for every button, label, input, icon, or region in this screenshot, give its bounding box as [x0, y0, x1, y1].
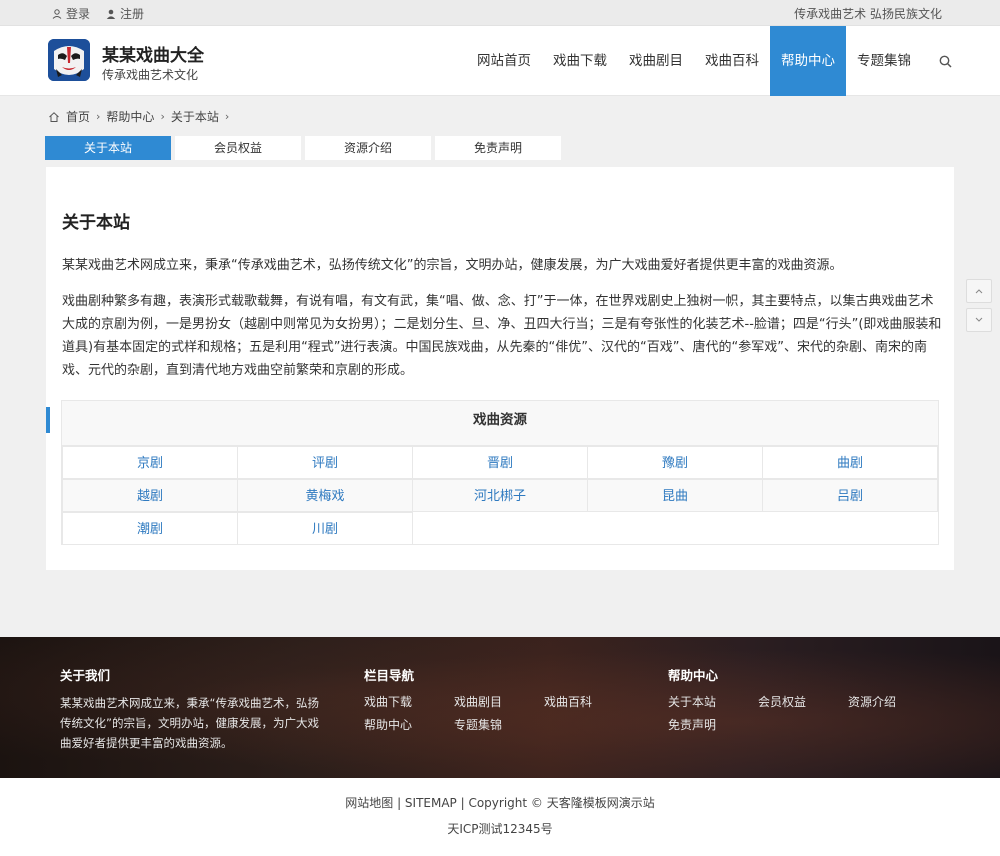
user-icon: [106, 9, 116, 19]
chevron-right-icon: ›: [96, 110, 101, 123]
article-paragraph: 某某戏曲艺术网成立来，秉承“传承戏曲艺术，弘扬传统文化”的宗旨，文明办站，健康发…: [62, 258, 843, 273]
resource-link[interactable]: 川剧: [237, 512, 413, 545]
breadcrumb-current[interactable]: 关于本站: [171, 108, 219, 125]
chevron-down-icon: [975, 317, 983, 322]
login-link[interactable]: 登录: [52, 5, 90, 22]
user-outline-icon: [52, 8, 62, 19]
resource-link[interactable]: 河北梆子: [412, 479, 588, 512]
section-accent-bar: [46, 407, 50, 433]
footer-link[interactable]: 帮助中心: [364, 716, 454, 733]
footer-about-text: 某某戏曲艺术网成立来，秉承“传承戏曲艺术，弘扬传统文化”的宗旨，文明办站，健康发…: [60, 696, 319, 750]
copyright-line[interactable]: 网站地图 | SITEMAP | Copyright © 天客隆模板网演示站: [0, 794, 1000, 811]
resource-link[interactable]: 京剧: [62, 446, 238, 479]
nav-item-topics[interactable]: 专题集锦: [846, 26, 922, 96]
footer-nav-title: 栏目导航: [364, 668, 415, 683]
breadcrumb-help[interactable]: 帮助中心: [106, 108, 154, 125]
resource-link[interactable]: 豫剧: [587, 446, 763, 479]
resource-link[interactable]: 越剧: [62, 479, 238, 512]
breadcrumb-home[interactable]: 首页: [66, 108, 90, 125]
home-icon: [49, 111, 59, 122]
login-label: 登录: [66, 7, 91, 21]
resources-title: 戏曲资源: [62, 401, 938, 446]
scroll-up-button[interactable]: [966, 279, 992, 303]
resources-table: 戏曲资源 京剧 评剧 晋剧 豫剧 曲剧 越剧 黄梅戏 河北梆子 昆曲 吕剧 潮剧…: [61, 400, 939, 545]
search-button[interactable]: [922, 26, 968, 96]
tab-about[interactable]: 关于本站: [45, 136, 171, 160]
nav-item-encyclopedia[interactable]: 戏曲百科: [694, 26, 770, 96]
tab-disclaimer[interactable]: 免责声明: [435, 136, 561, 160]
copyright-bar: 网站地图 | SITEMAP | Copyright © 天客隆模板网演示站 天…: [0, 778, 1000, 856]
footer-link[interactable]: 资源介绍: [848, 693, 938, 710]
site-logo[interactable]: [48, 39, 90, 81]
footer-link[interactable]: 专题集锦: [454, 716, 544, 733]
resource-link[interactable]: 晋剧: [412, 446, 588, 479]
site-name[interactable]: 某某戏曲大全: [102, 41, 204, 66]
help-tabs: 关于本站 会员权益 资源介绍 免责声明: [45, 136, 561, 160]
footer-nav: 栏目导航 戏曲下载 戏曲剧目 戏曲百科 帮助中心 专题集锦: [364, 665, 634, 733]
footer-link[interactable]: 免责声明: [668, 716, 758, 733]
nav-item-download[interactable]: 戏曲下载: [542, 26, 618, 96]
resource-link[interactable]: 评剧: [237, 446, 413, 479]
resource-link[interactable]: 吕剧: [762, 479, 938, 512]
top-slogan: 传承戏曲艺术 弘扬民族文化: [794, 7, 942, 21]
tab-membership[interactable]: 会员权益: [175, 136, 301, 160]
site-footer: 关于我们 某某戏曲艺术网成立来，秉承“传承戏曲艺术，弘扬传统文化”的宗旨，文明办…: [0, 637, 1000, 778]
resource-link[interactable]: 曲剧: [762, 446, 938, 479]
resource-link[interactable]: 潮剧: [62, 512, 238, 545]
footer-link[interactable]: 关于本站: [668, 693, 758, 710]
search-icon: [939, 55, 952, 68]
footer-about-title: 关于我们: [60, 668, 111, 683]
footer-link[interactable]: 戏曲下载: [364, 693, 454, 710]
chevron-up-icon: [975, 289, 983, 294]
nav-item-help[interactable]: 帮助中心: [770, 26, 846, 96]
site-header: 某某戏曲大全 传承戏曲艺术文化 网站首页 戏曲下载 戏曲剧目 戏曲百科 帮助中心…: [0, 26, 1000, 96]
resource-link[interactable]: 黄梅戏: [237, 479, 413, 512]
chevron-right-icon: ›: [224, 110, 230, 123]
breadcrumb: 首页 › 帮助中心 › 关于本站 ›: [48, 108, 229, 125]
tab-resources[interactable]: 资源介绍: [305, 136, 431, 160]
footer-link[interactable]: 戏曲百科: [544, 693, 634, 710]
article-paragraph: 戏曲剧种繁多有趣，表演形式载歌载舞，有说有唱，有文有武，集“唱、做、念、打”于一…: [62, 294, 942, 378]
nav-item-home[interactable]: 网站首页: [466, 26, 542, 96]
main-nav: 网站首页 戏曲下载 戏曲剧目 戏曲百科 帮助中心 专题集锦: [466, 26, 1000, 96]
page-title: 关于本站: [62, 213, 130, 233]
icp-line[interactable]: 天ICP测试12345号: [0, 820, 1000, 837]
site-tagline: 传承戏曲艺术文化: [102, 68, 199, 82]
footer-help-title: 帮助中心: [668, 668, 719, 683]
resource-link[interactable]: 昆曲: [587, 479, 763, 512]
nav-item-repertoire[interactable]: 戏曲剧目: [618, 26, 694, 96]
main-content: 关于本站 某某戏曲艺术网成立来，秉承“传承戏曲艺术，弘扬传统文化”的宗旨，文明办…: [46, 167, 954, 570]
footer-about: 关于我们 某某戏曲艺术网成立来，秉承“传承戏曲艺术，弘扬传统文化”的宗旨，文明办…: [60, 665, 330, 753]
register-link[interactable]: 注册: [106, 5, 144, 22]
top-bar: 登录 注册 传承戏曲艺术 弘扬民族文化: [0, 0, 1000, 26]
register-label: 注册: [120, 7, 145, 21]
footer-link[interactable]: 会员权益: [758, 693, 848, 710]
scroll-down-button[interactable]: [966, 308, 992, 332]
footer-link[interactable]: 戏曲剧目: [454, 693, 544, 710]
footer-help: 帮助中心 关于本站 会员权益 资源介绍 免责声明: [668, 665, 938, 733]
chevron-right-icon: ›: [160, 110, 165, 123]
